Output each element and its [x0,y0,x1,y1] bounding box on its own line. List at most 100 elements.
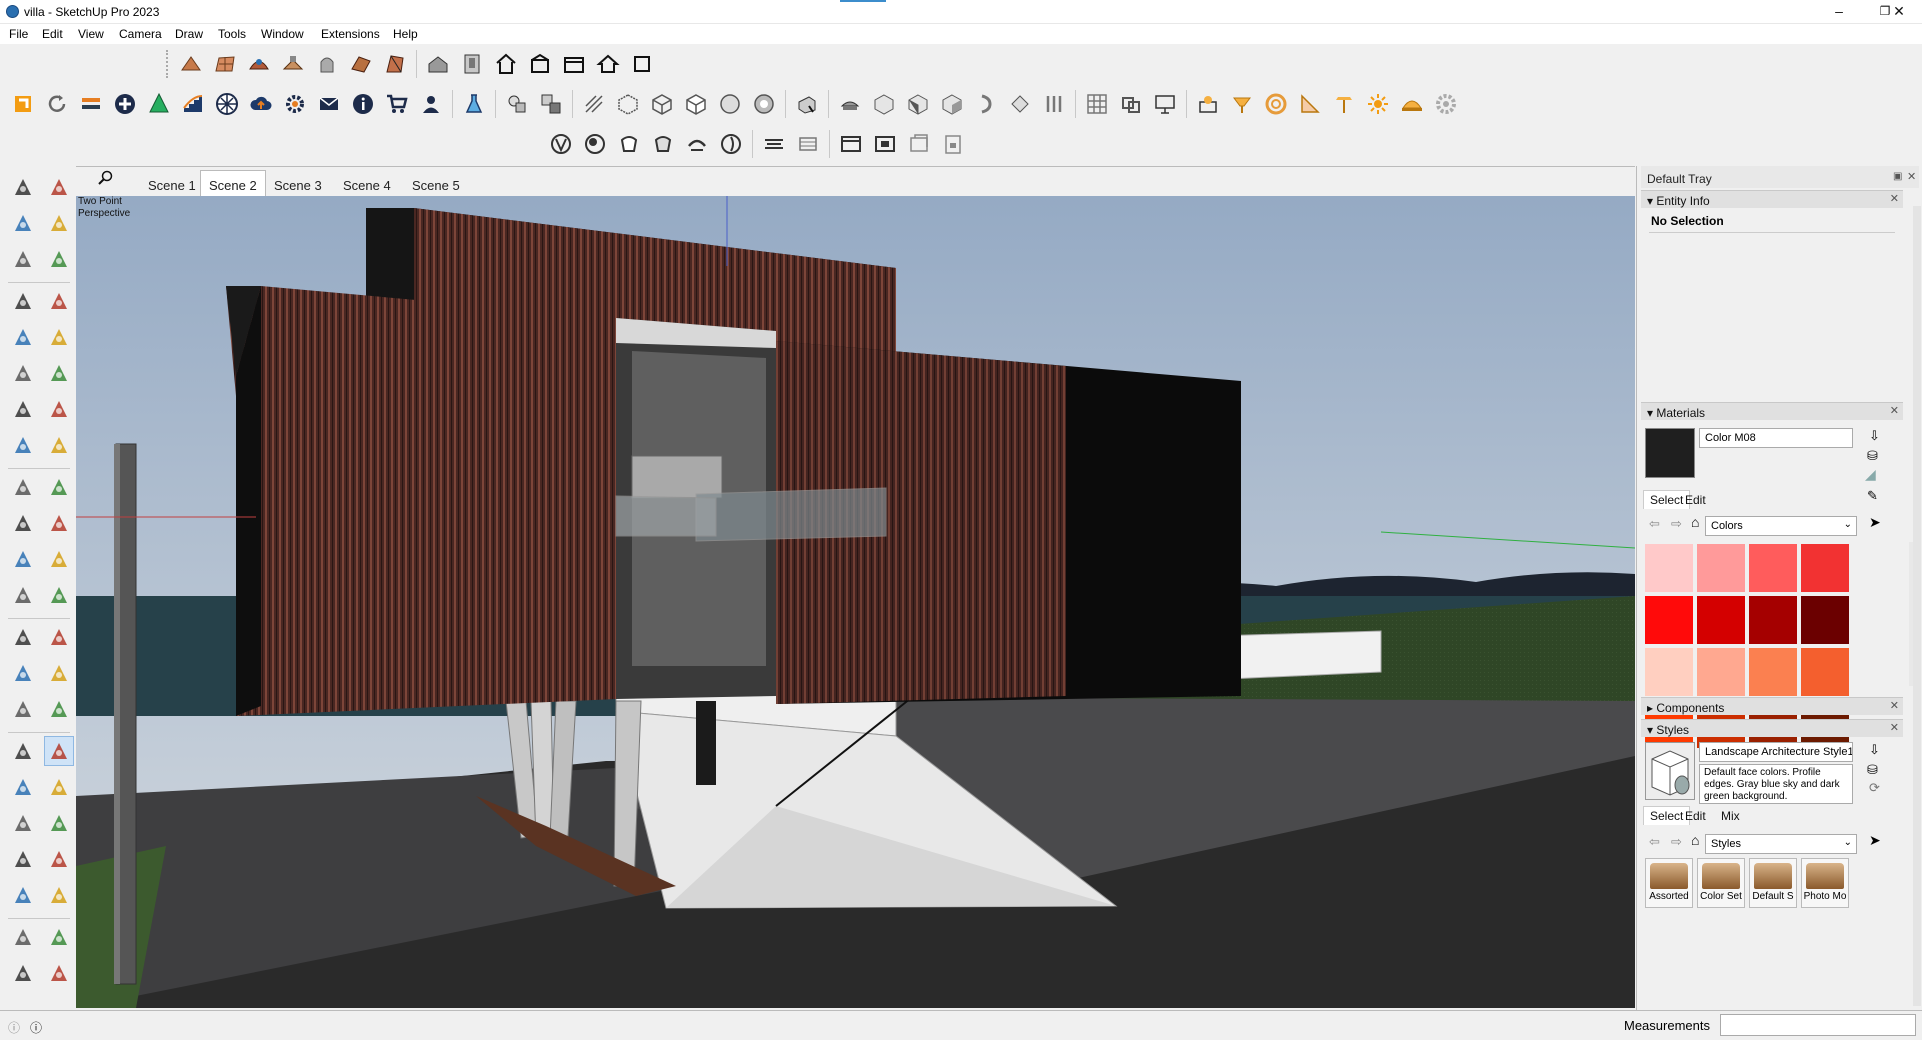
sketchup-logo-icon[interactable] [8,89,38,119]
material-swatch[interactable] [1801,648,1849,696]
pie-icon[interactable] [44,430,74,460]
menu-draw[interactable]: Draw [175,27,203,41]
walk-icon[interactable] [44,844,74,874]
tab-scene-2[interactable]: Scene 2 [200,170,266,197]
styles-library-select[interactable]: Styles ⌄ [1705,834,1857,854]
tab-scene-3[interactable]: Scene 3 [266,174,330,196]
stamp-icon[interactable] [278,49,308,79]
material-swatch[interactable] [1697,596,1745,644]
minimize-button[interactable]: – [1816,0,1862,24]
style-item-assorted[interactable]: Assorted [1645,858,1693,908]
info-icon[interactable] [348,89,378,119]
tab-scene-5[interactable]: Scene 5 [404,174,468,196]
hidden-line-icon[interactable] [681,89,711,119]
material-swatch[interactable] [1697,544,1745,592]
select-icon[interactable] [8,172,38,202]
materials-header[interactable]: ▾ Materials ✕ [1641,402,1903,420]
tab-scene-1[interactable]: Scene 1 [140,174,204,196]
menu-edit[interactable]: Edit [42,27,63,41]
menu-file[interactable]: File [9,27,28,41]
freehand-icon[interactable] [44,286,74,316]
rectangle-icon[interactable] [8,322,38,352]
layer-stack-icon[interactable] [8,958,38,988]
tray-pin-icon[interactable]: ▣ [1893,171,1902,182]
materials-tab-edit[interactable]: Edit [1685,493,1706,507]
right-view-icon[interactable] [937,89,967,119]
orbit-icon[interactable] [8,736,38,766]
transfer-icon[interactable] [76,89,106,119]
tag-icon[interactable] [44,244,74,274]
materials-forward-icon[interactable]: ⇨ [1671,516,1682,532]
window-frame2-icon[interactable] [870,129,900,159]
styles-forward-icon[interactable]: ⇨ [1671,834,1682,850]
material-swatch[interactable] [1749,596,1797,644]
style-item-photo-modeling[interactable]: Photo Mo [1801,858,1849,908]
previous-view-icon[interactable] [44,808,74,838]
instructor-icon[interactable]: ⓘ [30,1019,42,1036]
axes-icon[interactable] [8,694,38,724]
style-item-default-styles[interactable]: Default S [1749,858,1797,908]
union-icon[interactable] [614,129,644,159]
styles-home-icon[interactable]: ⌂ [1691,832,1699,848]
tree-icon[interactable] [144,89,174,119]
component-icon[interactable] [8,244,38,274]
layers-icon[interactable] [8,922,38,952]
building2-icon[interactable] [559,49,589,79]
styles-details-icon[interactable]: ➤ [1869,832,1881,849]
style-create-icon[interactable]: ⇩ [1869,742,1880,758]
intersect-icon[interactable] [580,129,610,159]
zoom-window-icon[interactable] [44,772,74,802]
lamp-icon[interactable] [1227,89,1257,119]
material-swatch[interactable] [1697,648,1745,696]
materials-library-select[interactable]: Colors ⌄ [1705,516,1857,536]
bottom-view-icon[interactable] [1039,89,1069,119]
add-detail-icon[interactable] [346,49,376,79]
parasol-icon[interactable] [1329,89,1359,119]
xray-icon[interactable] [579,89,609,119]
pan-icon[interactable] [44,736,74,766]
iso-view-icon[interactable] [835,89,865,119]
material-paint-icon[interactable]: ⛁ [1867,448,1878,464]
circle-icon[interactable] [8,358,38,388]
follow-me-icon[interactable] [44,508,74,538]
style-update-icon[interactable]: ⛁ [1867,762,1878,778]
lock-frame-icon[interactable] [938,129,968,159]
section-fill-icon[interactable] [536,89,566,119]
move-icon[interactable] [8,472,38,502]
menu-tools[interactable]: Tools [218,27,246,41]
split-icon[interactable] [716,129,746,159]
top-view-icon[interactable] [869,89,899,119]
drape-icon[interactable] [312,49,342,79]
grid-icon[interactable] [1082,89,1112,119]
sandbox-from-scratch-icon[interactable] [210,49,240,79]
position-camera-icon[interactable] [8,844,38,874]
sandbox-from-contours-icon[interactable] [176,49,206,79]
material-swatch[interactable] [1801,596,1849,644]
user-icon[interactable] [416,89,446,119]
wireframe-icon[interactable] [647,89,677,119]
measurements-input[interactable] [1720,1014,1916,1036]
3d-text-icon[interactable] [44,694,74,724]
styles-back-icon[interactable]: ⇦ [1649,834,1660,850]
front-view-icon[interactable] [903,89,933,119]
text-icon[interactable] [44,658,74,688]
material-sample-icon[interactable]: ◢ [1865,466,1876,483]
presentation-icon[interactable] [1150,89,1180,119]
materials-tab-select[interactable]: Select [1643,490,1691,509]
section-plane-icon[interactable] [502,89,532,119]
sun-icon[interactable] [1363,89,1393,119]
components-header[interactable]: ▸ Components ✕ [1641,697,1903,715]
building-icon[interactable] [525,49,555,79]
look-around-icon[interactable] [8,880,38,910]
ring-icon[interactable] [1261,89,1291,119]
stairs-icon[interactable] [178,89,208,119]
material-swatch[interactable] [1645,596,1693,644]
triangle-icon[interactable] [1295,89,1325,119]
door-window-icon[interactable] [457,49,487,79]
section-display-icon[interactable] [793,129,823,159]
geo-location-icon[interactable]: ⓘ [8,1019,20,1036]
two-point-arc-icon[interactable] [44,394,74,424]
material-swatch[interactable] [1749,648,1797,696]
cloud-upload-icon[interactable] [246,89,276,119]
protractor-icon[interactable] [8,658,38,688]
